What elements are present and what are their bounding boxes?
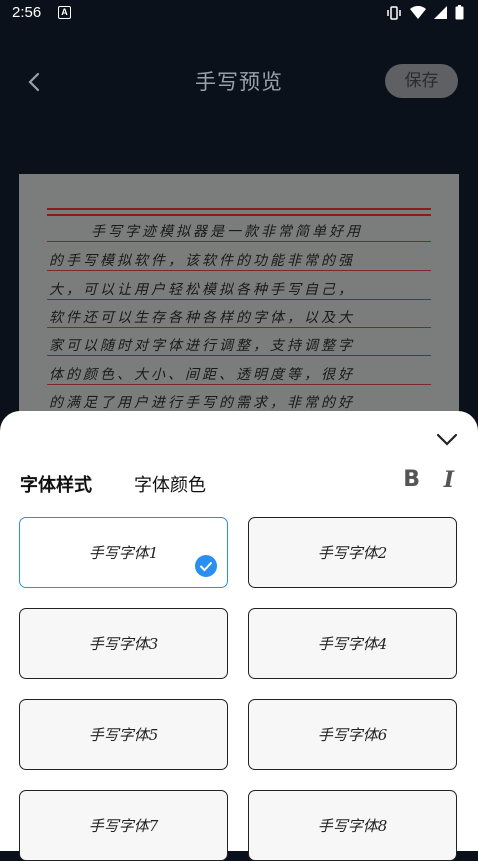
top-rule	[47, 214, 431, 216]
wifi-icon	[410, 5, 426, 23]
preview-line: 手写字迹模拟器是一款非常简单好用	[91, 224, 363, 240]
check-icon	[195, 555, 217, 577]
status-icons	[386, 5, 464, 24]
font-option-2[interactable]: 手写字体2	[248, 517, 457, 588]
status-time: 2:56	[12, 4, 42, 21]
font-option-label: 手写字体4	[317, 635, 388, 653]
chevron-down-icon	[436, 433, 458, 446]
preview-line: 大，可以让用户轻松模拟各种手写自己，	[49, 282, 355, 298]
line-rule	[47, 241, 431, 242]
font-option-label: 手写字体3	[88, 635, 159, 653]
top-rule	[47, 208, 431, 210]
line-rule	[47, 355, 431, 356]
signal-icon	[434, 6, 447, 23]
preview-line: 的手写模拟软件，该软件的功能非常的强	[49, 253, 355, 269]
font-option-7[interactable]: 手写字体7	[19, 790, 228, 861]
font-option-3[interactable]: 手写字体3	[19, 608, 228, 679]
font-option-6[interactable]: 手写字体6	[248, 699, 457, 770]
status-bar: 2:56 A	[0, 0, 478, 26]
preview-line: 软件还可以生存各种各样的字体，以及大	[49, 310, 355, 326]
handwriting-preview: 手写字迹模拟器是一款非常简单好用 的手写模拟软件，该软件的功能非常的强 大，可以…	[19, 174, 459, 424]
font-option-label: 手写字体8	[317, 817, 388, 835]
line-rule	[47, 384, 431, 385]
line-rule	[47, 327, 431, 328]
preview-line: 家可以随时对字体进行调整，支持调整字	[49, 338, 355, 354]
font-option-1[interactable]: 手写字体1	[19, 517, 228, 588]
bold-button[interactable]: B	[403, 467, 420, 492]
preview-line: 的满足了用户进行手写的需求，非常的好	[49, 395, 355, 411]
font-option-8[interactable]: 手写字体8	[248, 790, 457, 861]
line-rule	[47, 299, 431, 300]
preview-line: 体的颜色、大小、间距、透明度等，很好	[49, 367, 355, 383]
font-option-label: 手写字体7	[88, 817, 159, 835]
collapse-button[interactable]	[434, 429, 460, 449]
tab-font-style[interactable]: 字体样式	[20, 471, 92, 497]
battery-icon	[455, 5, 464, 24]
line-rule	[47, 270, 431, 271]
font-option-label: 手写字体1	[88, 544, 159, 562]
font-option-label: 手写字体2	[317, 544, 388, 562]
font-option-label: 手写字体5	[88, 726, 159, 744]
font-option-4[interactable]: 手写字体4	[248, 608, 457, 679]
app-header: 手写预览 保存	[0, 52, 478, 112]
font-settings-panel: 字体样式 字体颜色 B I 手写字体1 手写字体2 手写字体3 手写字体4 手写…	[0, 411, 478, 861]
vibrate-icon	[386, 5, 402, 24]
tab-font-color[interactable]: 字体颜色	[134, 471, 206, 497]
italic-button[interactable]: I	[444, 467, 454, 493]
font-option-5[interactable]: 手写字体5	[19, 699, 228, 770]
notification-a-icon: A	[58, 6, 71, 19]
save-button[interactable]: 保存	[385, 64, 458, 98]
font-option-label: 手写字体6	[317, 726, 388, 744]
